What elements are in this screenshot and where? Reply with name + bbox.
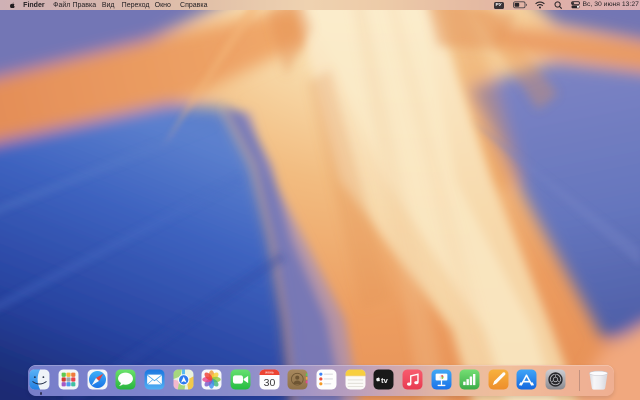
svg-text:30: 30 (263, 377, 275, 389)
svg-text:tv: tv (381, 376, 389, 385)
svg-text:июнь: июнь (265, 370, 274, 374)
